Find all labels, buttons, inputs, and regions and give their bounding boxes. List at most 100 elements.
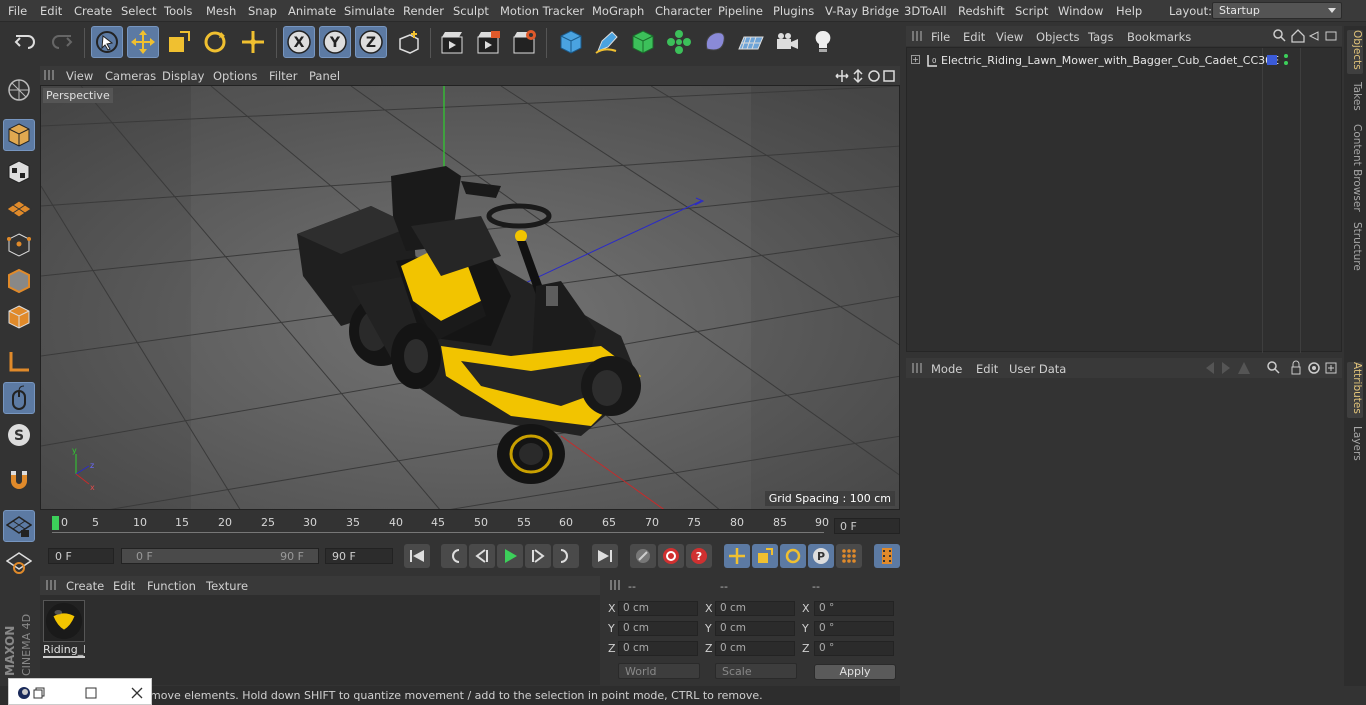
viewport-camera-label[interactable]: Perspective: [43, 88, 113, 103]
menu-file[interactable]: File: [8, 4, 27, 18]
position-x-field[interactable]: 0 cm: [618, 601, 698, 616]
size-x-field[interactable]: 0 cm: [715, 601, 795, 616]
layout-dropdown[interactable]: Startup: [1212, 2, 1342, 19]
go-to-end-button[interactable]: [592, 544, 618, 568]
workplane-mode-button[interactable]: [3, 192, 35, 224]
menu-animate[interactable]: Animate: [288, 4, 336, 18]
objects-menu-view[interactable]: View: [996, 30, 1023, 44]
menu-pipeline[interactable]: Pipeline: [718, 4, 763, 18]
texture-mode-button[interactable]: [3, 156, 35, 188]
edges-mode-button[interactable]: [3, 265, 35, 297]
polygons-mode-button[interactable]: [3, 301, 35, 333]
locked-workplane-button[interactable]: [3, 510, 35, 542]
coordinate-mode-dropdown[interactable]: World: [618, 663, 700, 679]
perspective-viewport[interactable]: y z x Perspective Grid Spacing : 100 cm: [40, 85, 900, 510]
editor-visibility-dot[interactable]: [1284, 54, 1288, 58]
x-axis-button[interactable]: X: [283, 26, 315, 58]
tweak-mode-button[interactable]: [3, 382, 35, 414]
menu-plugins[interactable]: Plugins: [773, 4, 814, 18]
menu-snap[interactable]: Snap: [248, 4, 277, 18]
close-icon[interactable]: [131, 687, 143, 699]
move-button[interactable]: [127, 26, 159, 58]
objects-menu-edit[interactable]: Edit: [963, 30, 985, 44]
material-thumbnail[interactable]: [43, 600, 85, 642]
scale-button[interactable]: [163, 26, 195, 58]
menu-redshift[interactable]: Redshift: [958, 4, 1005, 18]
render-picture-viewer-button[interactable]: [472, 26, 504, 58]
key-parameter-button[interactable]: P: [808, 544, 834, 568]
material-menu-texture[interactable]: Texture: [206, 579, 248, 593]
position-y-field[interactable]: 0 cm: [618, 621, 698, 636]
attributes-menu-mode[interactable]: Mode: [931, 362, 962, 376]
planar-workplane-button[interactable]: [3, 546, 35, 578]
floor-button[interactable]: [735, 26, 767, 58]
restore-icon[interactable]: [33, 687, 45, 699]
light-button[interactable]: [807, 26, 839, 58]
menu-tools[interactable]: Tools: [164, 4, 192, 18]
key-scale-button[interactable]: [752, 544, 778, 568]
viewport-menu-display[interactable]: Display: [162, 69, 204, 83]
menu-mograph[interactable]: MoGraph: [592, 4, 644, 18]
mograph-cloner-button[interactable]: [663, 26, 695, 58]
apply-button[interactable]: Apply: [814, 664, 896, 680]
model-mode-button[interactable]: [3, 119, 35, 151]
add-cube-button[interactable]: [555, 26, 587, 58]
menu-character[interactable]: Character: [655, 4, 712, 18]
object-name[interactable]: Electric_Riding_Lawn_Mower_with_Bagger_C…: [941, 54, 1279, 67]
rotate-button[interactable]: [199, 26, 231, 58]
end-frame-field[interactable]: 90 F: [325, 548, 393, 564]
coordinate-system-button[interactable]: [393, 26, 425, 58]
viewport-menu-options[interactable]: Options: [213, 69, 257, 83]
live-select-button[interactable]: [91, 26, 123, 58]
objects-menu-file[interactable]: File: [931, 30, 950, 44]
attributes-manager-tools[interactable]: [1198, 360, 1340, 376]
menu-window[interactable]: Window: [1058, 4, 1103, 18]
redo-button[interactable]: [45, 26, 77, 58]
minimized-window[interactable]: [8, 678, 152, 705]
menu-render[interactable]: Render: [403, 4, 444, 18]
menu-script[interactable]: Script: [1015, 4, 1048, 18]
tab-content-browser[interactable]: Content Browser: [1347, 124, 1363, 212]
frame-range-slider[interactable]: 0 F 90 F: [121, 548, 319, 564]
tab-takes[interactable]: Takes: [1347, 82, 1363, 116]
material-menu-edit[interactable]: Edit: [113, 579, 135, 593]
timeline-window-button[interactable]: [874, 544, 900, 568]
material-menu-create[interactable]: Create: [66, 579, 104, 593]
material-name-label[interactable]: Riding_l: [43, 643, 85, 658]
material-menu-function[interactable]: Function: [147, 579, 196, 593]
deformer-button[interactable]: [699, 26, 731, 58]
objects-menu-bookmarks[interactable]: Bookmarks: [1127, 30, 1191, 44]
points-mode-button[interactable]: [3, 229, 35, 261]
menu-motion-tracker[interactable]: Motion Tracker: [500, 4, 584, 18]
start-frame-field[interactable]: 0 F: [48, 548, 114, 564]
menu-sculpt[interactable]: Sculpt: [453, 4, 489, 18]
size-mode-dropdown[interactable]: Scale: [715, 663, 797, 679]
play-button[interactable]: [497, 544, 523, 568]
render-visibility-dot[interactable]: [1284, 61, 1288, 65]
pen-tool-button[interactable]: [591, 26, 623, 58]
make-editable-button[interactable]: [3, 74, 35, 106]
size-z-field[interactable]: 0 cm: [715, 641, 795, 656]
tab-objects[interactable]: Objects: [1347, 30, 1363, 74]
solo-button[interactable]: S: [3, 419, 35, 451]
playhead-marker[interactable]: [52, 516, 59, 530]
render-settings-button[interactable]: [508, 26, 540, 58]
menu-create[interactable]: Create: [74, 4, 112, 18]
viewport-menu-view[interactable]: View: [66, 69, 93, 83]
rotation-p-field[interactable]: 0 °: [814, 621, 894, 636]
viewport-menu-cameras[interactable]: Cameras: [105, 69, 156, 83]
camera-button[interactable]: [771, 26, 803, 58]
maximize-icon[interactable]: [85, 687, 97, 699]
go-to-start-button[interactable]: [404, 544, 430, 568]
axis-mode-button[interactable]: [3, 346, 35, 378]
previous-frame-button[interactable]: [469, 544, 495, 568]
expand-icon[interactable]: +: [911, 55, 920, 64]
previous-key-button[interactable]: [441, 544, 467, 568]
tab-structure[interactable]: Structure: [1347, 222, 1363, 272]
menu-simulate[interactable]: Simulate: [344, 4, 395, 18]
viewport-nav-icons[interactable]: [834, 68, 898, 84]
position-z-field[interactable]: 0 cm: [618, 641, 698, 656]
menu-edit[interactable]: Edit: [40, 4, 62, 18]
key-position-button[interactable]: [724, 544, 750, 568]
viewport-menu-panel[interactable]: Panel: [309, 69, 340, 83]
